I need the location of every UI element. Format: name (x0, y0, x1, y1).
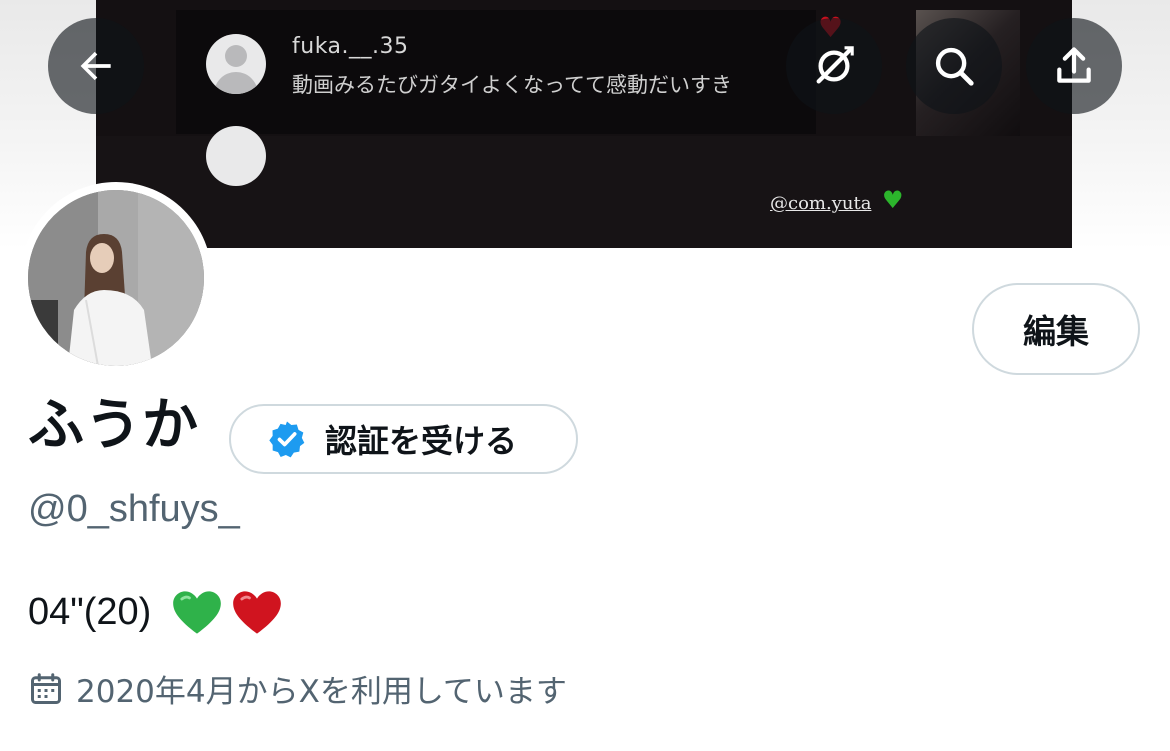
red-heart-icon (233, 591, 282, 634)
arrow-left-icon (80, 51, 111, 81)
calendar-icon (31, 672, 61, 704)
banner-tag: @com.yuta (770, 193, 872, 214)
grok-icon (816, 46, 854, 84)
back-button[interactable] (48, 18, 144, 114)
verified-badge-icon (269, 421, 305, 458)
search-button[interactable] (906, 18, 1002, 114)
profile-page: fuka.__.35 動画みるたびガタイよくなってて感動だいすき ♥ @com.… (0, 0, 1170, 751)
green-heart-icon (173, 591, 222, 634)
user-handle: @0_shfuys_ (28, 488, 240, 530)
share-icon (1057, 47, 1091, 83)
grok-button[interactable] (786, 18, 882, 114)
bio-emojis (171, 588, 291, 636)
bio: 04"(20) (28, 588, 291, 636)
banner-comment-text: 動画みるたびガタイよくなってて感動だいすき (292, 73, 732, 97)
get-verified-label: 認証を受ける (325, 422, 518, 460)
banner-comment-user: fuka.__.35 (292, 34, 409, 59)
edit-profile-button[interactable]: 編集 (972, 283, 1140, 375)
search-icon (935, 47, 974, 86)
get-verified-button[interactable]: 認証を受ける (229, 404, 578, 474)
comment-avatar (206, 34, 266, 94)
bio-text: 04"(20) (28, 590, 152, 633)
avatar-illustration (28, 190, 204, 366)
comment-avatar-second (206, 126, 266, 186)
profile-avatar[interactable] (20, 182, 212, 374)
display-name: ふうか (28, 393, 199, 458)
join-date-text: 2020年4月からXを利用しています (76, 674, 567, 710)
share-button[interactable] (1026, 18, 1122, 114)
join-date: 2020年4月からXを利用しています (28, 666, 567, 711)
green-heart-icon: ♥ (882, 186, 904, 214)
avatar-photo (28, 190, 204, 366)
